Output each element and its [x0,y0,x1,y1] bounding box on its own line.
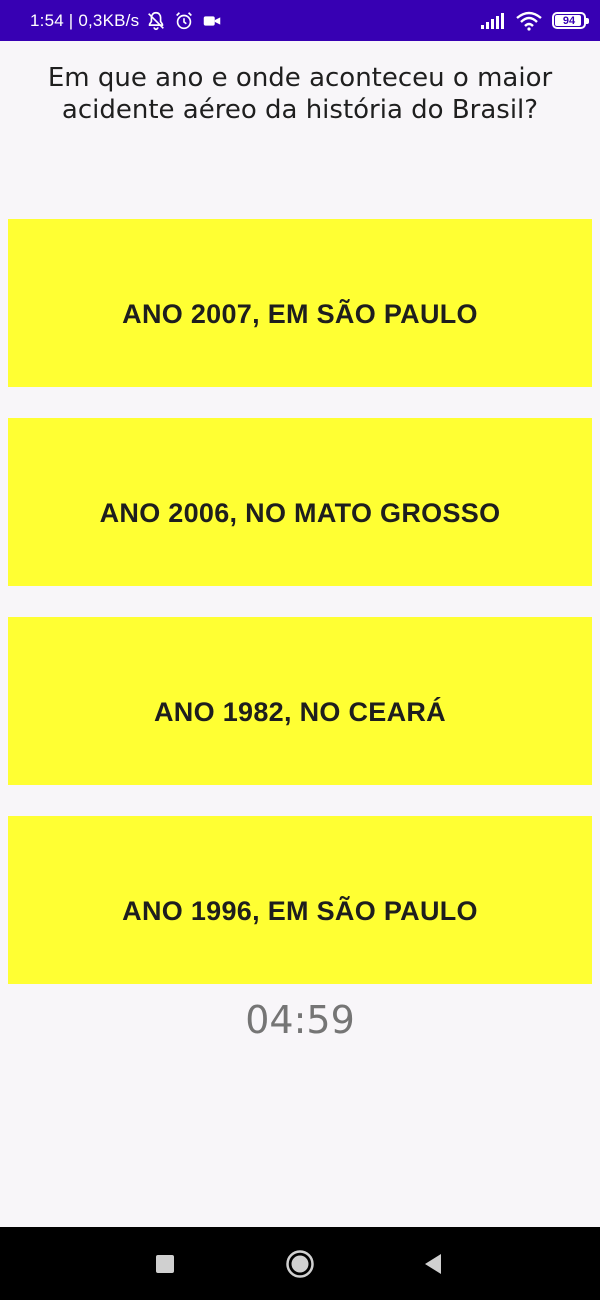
answer-option-3[interactable]: ANO 1982, NO CEARÁ [8,617,592,785]
video-camera-icon [204,15,221,26]
navigation-bar [0,1227,600,1300]
status-left: 1:54 | 0,3KB/s [30,10,223,32]
back-triangle-icon [425,1253,441,1274]
recents-button[interactable] [155,1254,175,1274]
recents-square-icon [156,1254,174,1273]
answer-option-4-label: ANO 1996, EM SÃO PAULO [122,895,478,926]
bell-off-icon [148,11,165,30]
status-bar: 1:54 | 0,3KB/s 94 [0,0,600,41]
answer-option-1[interactable]: ANO 2007, EM SÃO PAULO [8,219,592,387]
answer-option-2[interactable]: ANO 2006, NO MATO GROSSO [8,418,592,586]
battery-icon: 94 [552,12,589,29]
countdown-timer: 04:59 [245,998,355,1042]
status-time-speed: 1:54 | 0,3KB/s [30,10,140,30]
answer-option-2-label: ANO 2006, NO MATO GROSSO [99,497,501,528]
question-text: Em que ano e onde aconteceu o maior acid… [47,63,553,125]
alarm-icon [176,11,193,29]
battery-percent: 94 [562,14,576,27]
status-right: 94 [480,11,589,31]
home-button[interactable] [285,1249,315,1279]
wifi-icon [516,11,542,31]
answer-option-1-label: ANO 2007, EM SÃO PAULO [122,298,478,329]
home-circle-icon [286,1249,314,1278]
answer-option-3-label: ANO 1982, NO CEARÁ [154,696,446,727]
signal-icon [481,12,504,29]
back-button[interactable] [423,1253,443,1275]
answer-option-4[interactable]: ANO 1996, EM SÃO PAULO [8,816,592,984]
